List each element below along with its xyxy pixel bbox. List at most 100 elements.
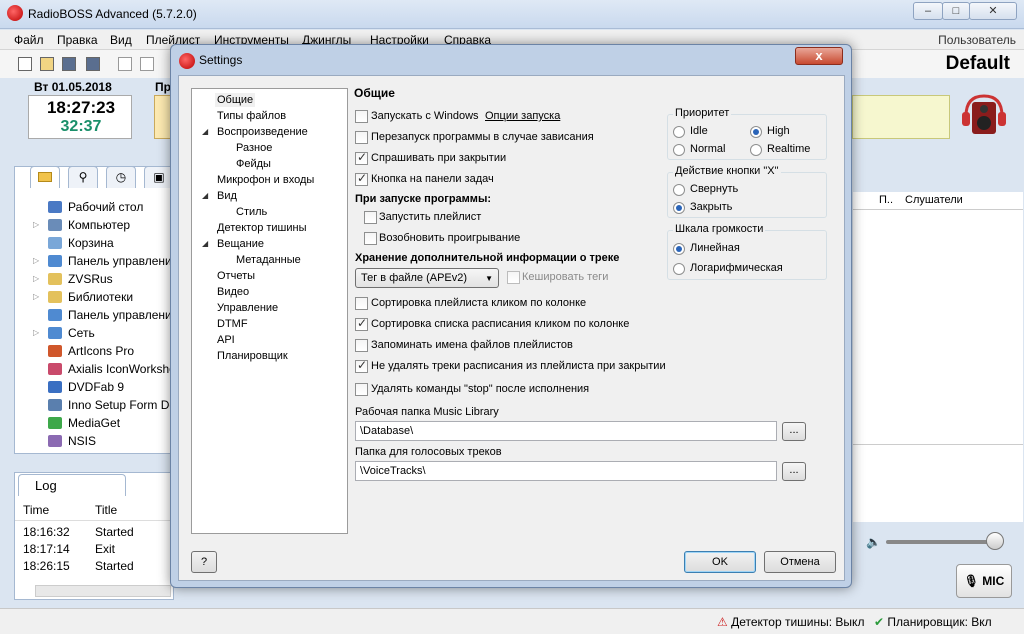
sort-schedule-checkbox[interactable]	[355, 316, 368, 331]
explorer-tabs: ⚲ ◷ ▣	[14, 166, 174, 190]
scheduler-status[interactable]: ✔ Планировщик: Вкл	[874, 613, 992, 631]
nav-item[interactable]: Видео	[215, 285, 251, 299]
menu-file[interactable]: Файл	[14, 33, 44, 47]
dialog-close-button[interactable]: x	[795, 47, 843, 65]
start-with-windows-checkbox[interactable]	[355, 110, 368, 123]
nav-item[interactable]: Метаданные	[234, 253, 303, 267]
tree-item[interactable]: ArtIcons Pro	[48, 344, 134, 358]
tab-log[interactable]: Log	[18, 474, 126, 496]
priority-realtime-radio[interactable]	[750, 144, 762, 156]
tab-folders[interactable]	[30, 166, 60, 188]
start-playlist-checkbox[interactable]	[364, 211, 377, 224]
start-options-link[interactable]: Опции запуска	[485, 110, 560, 122]
tree-item[interactable]: NSIS	[48, 434, 96, 448]
tree-item[interactable]: Сеть	[48, 326, 95, 340]
nav-item[interactable]: Вещание	[215, 237, 266, 251]
tree-item[interactable]: Компьютер	[48, 218, 130, 232]
cancel-button[interactable]: Отмена	[764, 551, 836, 573]
voice-browse-button[interactable]: ...	[782, 462, 806, 481]
expand-arrow-icon[interactable]: ▷	[33, 256, 39, 265]
tree-item[interactable]: Библиотеки	[48, 290, 133, 304]
expand-arrow-icon[interactable]: ▷	[33, 328, 39, 337]
priority-high-radio[interactable]	[750, 126, 762, 138]
ok-button[interactable]: OK	[684, 551, 756, 573]
cache-tags-checkbox[interactable]	[507, 271, 520, 284]
nav-item[interactable]: Вид	[215, 189, 239, 203]
nav-item[interactable]: Планировщик	[215, 349, 290, 363]
menu-view[interactable]: Вид	[110, 33, 132, 47]
tree-item[interactable]: Панель управления	[48, 254, 172, 268]
collapse-arrow-icon[interactable]: ◢	[202, 127, 208, 136]
volume-slider-handle[interactable]	[986, 532, 1004, 550]
maximize-button[interactable]: □	[942, 2, 970, 20]
nav-item[interactable]: Микрофон и входы	[215, 173, 316, 187]
nav-item[interactable]: Разное	[234, 141, 274, 155]
close-window-button[interactable]: ✕	[969, 2, 1017, 20]
copy-icon[interactable]	[140, 57, 154, 71]
user-menu[interactable]: Пользователь	[938, 33, 1016, 47]
save-as-icon[interactable]	[86, 57, 100, 71]
tab-search[interactable]: ⚲	[68, 166, 98, 188]
nav-item[interactable]: Типы файлов	[215, 109, 288, 123]
volume-linear-radio[interactable]	[673, 243, 685, 255]
tree-item[interactable]: ZVSRus	[48, 272, 113, 286]
tree-item[interactable]: MediaGet	[48, 416, 120, 430]
keep-schedule-tracks-checkbox[interactable]	[355, 358, 368, 373]
nav-item[interactable]: Управление	[215, 301, 280, 315]
tag-storage-value: Тег в файле (APEv2)	[361, 272, 468, 284]
expand-arrow-icon[interactable]: ▷	[33, 292, 39, 301]
tree-item-icon	[48, 435, 62, 447]
remember-names-checkbox[interactable]	[355, 339, 368, 352]
tree-item[interactable]: Рабочий стол	[48, 200, 143, 214]
open-folder-icon[interactable]	[40, 57, 54, 71]
expand-arrow-icon[interactable]: ▷	[33, 274, 39, 283]
cut-icon[interactable]	[118, 57, 132, 71]
silence-detector-status[interactable]: ⚠ Детектор тишины: Выкл	[717, 613, 864, 631]
nav-item[interactable]: Отчеты	[215, 269, 257, 283]
taskbar-button-checkbox[interactable]	[355, 171, 368, 186]
tree-item[interactable]: Корзина	[48, 236, 114, 250]
save-icon[interactable]	[62, 57, 76, 71]
tree-item[interactable]: DVDFab 9	[48, 380, 124, 394]
delete-stop-checkbox[interactable]	[355, 383, 368, 396]
nav-item[interactable]: Фейды	[234, 157, 273, 171]
tree-item[interactable]: Inno Setup Form Desi	[48, 398, 172, 412]
nav-item[interactable]: Детектор тишины	[215, 221, 309, 235]
new-file-icon[interactable]	[18, 57, 32, 71]
help-button[interactable]: ?	[191, 551, 217, 573]
tab-history[interactable]: ◷	[106, 166, 136, 188]
tree-item[interactable]: Axialis IconWorkshop	[48, 362, 172, 376]
nav-item[interactable]: Воспроизведение	[215, 125, 310, 139]
collapse-arrow-icon[interactable]: ◢	[202, 239, 208, 248]
nav-item[interactable]: Стиль	[234, 205, 269, 219]
current-time: 18:27:23	[46, 98, 116, 117]
library-folder-input[interactable]: \Database\	[355, 421, 777, 441]
priority-normal-radio[interactable]	[673, 144, 685, 156]
ask-on-close-checkbox[interactable]	[355, 150, 368, 165]
mic-button[interactable]: 🎙 MIC	[956, 564, 1012, 598]
tree-item[interactable]: Панель управления	[48, 308, 172, 322]
resume-playback-checkbox[interactable]	[364, 232, 377, 245]
volume-log-radio[interactable]	[673, 263, 685, 275]
minimize-button[interactable]: –	[913, 2, 943, 20]
collapse-arrow-icon[interactable]: ◢	[202, 191, 208, 200]
volume-log-label: Логарифмическая	[690, 262, 783, 274]
x-close-radio[interactable]	[673, 202, 685, 214]
volume-slider-track[interactable]	[886, 540, 1002, 544]
sort-playlist-checkbox[interactable]	[355, 297, 368, 310]
col-listeners[interactable]: Слушатели	[905, 194, 963, 206]
tag-storage-dropdown[interactable]: Тег в файле (APEv2) ▼	[355, 268, 499, 288]
menu-edit[interactable]: Правка	[57, 33, 98, 47]
nav-item[interactable]: DTMF	[215, 317, 250, 331]
x-minimize-radio[interactable]	[673, 184, 685, 196]
nav-item[interactable]: Общие	[215, 93, 256, 107]
library-browse-button[interactable]: ...	[782, 422, 806, 441]
nav-item[interactable]: API	[215, 333, 237, 347]
priority-idle-radio[interactable]	[673, 126, 685, 138]
expand-arrow-icon[interactable]: ▷	[33, 220, 39, 229]
voice-folder-input[interactable]: \VoiceTracks\	[355, 461, 777, 481]
col-p[interactable]: П..	[879, 194, 893, 206]
log-scrollbar[interactable]	[35, 585, 171, 597]
clock-display: 18:27:23 32:37	[28, 95, 132, 139]
restart-on-hang-checkbox[interactable]	[355, 131, 368, 144]
